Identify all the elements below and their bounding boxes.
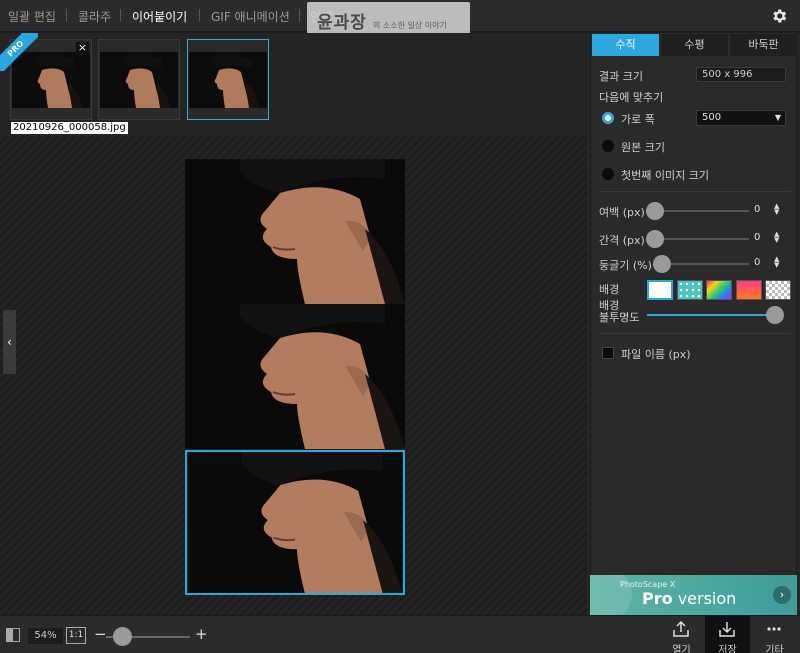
radio-first-image-size[interactable]	[602, 168, 614, 180]
result-size-label: 결과 크기	[599, 70, 643, 83]
gear-icon[interactable]	[770, 7, 788, 25]
spacing-slider-track[interactable]	[649, 238, 749, 240]
banner-pro-version: Pro version	[642, 589, 737, 608]
chevron-right-icon[interactable]: ›	[773, 586, 791, 604]
pro-badge-label: PRO	[0, 33, 38, 71]
thumbnail-image	[100, 52, 178, 108]
margin-value[interactable]: 0	[754, 204, 760, 215]
top-tab-bar: 일괄 편집 콜라주 이어붙이기 GIF 애니메이션 인쇄 윤과장 의 소소한 일…	[0, 0, 800, 34]
save-button[interactable]: 저장	[705, 616, 750, 653]
pro-badge: PRO	[0, 33, 38, 71]
spacing-spinner[interactable]: ▲ ▼	[774, 231, 779, 244]
radio-original-size-label: 원본 크기	[621, 141, 665, 154]
zoom-slider-knob[interactable]	[113, 627, 132, 646]
divider	[599, 333, 791, 334]
tab-combine[interactable]: 이어붙이기	[132, 8, 187, 25]
preview-canvas: ‹	[0, 137, 587, 615]
background-label: 배경	[599, 283, 620, 296]
stacked-photo[interactable]	[185, 159, 405, 304]
filename-checkbox[interactable]	[602, 347, 614, 359]
more-label: 기타	[765, 645, 784, 653]
chevron-left-icon[interactable]: ‹	[3, 310, 16, 374]
tab-horizontal[interactable]: 수평	[661, 34, 728, 56]
actual-size-button[interactable]: 1:1	[66, 627, 86, 644]
stacked-photo[interactable]	[185, 304, 405, 449]
divider	[599, 191, 791, 192]
watermark-overlay: 윤과장 의 소소한 일상 이야기	[307, 2, 470, 34]
radio-width[interactable]	[602, 112, 614, 124]
spacing-slider-knob[interactable]	[646, 230, 664, 248]
swatch-transparent[interactable]	[765, 280, 791, 300]
spacing-label: 간격 (px)	[599, 234, 645, 247]
pro-version-banner[interactable]: PhotoScape X Pro version ›	[590, 575, 797, 615]
round-value[interactable]: 0	[754, 257, 760, 268]
zoom-out-button[interactable]: −	[94, 625, 107, 643]
watermark-subtitle: 의 소소한 일상 이야기	[373, 21, 447, 30]
tab-collage[interactable]: 콜라주	[78, 8, 111, 25]
tab-grid[interactable]: 바둑판	[730, 34, 797, 56]
width-select-value: 500	[702, 112, 722, 123]
share-button[interactable]: 열기	[659, 616, 704, 653]
thumbnail-item[interactable]	[187, 39, 269, 120]
stacked-photo-selected[interactable]	[185, 450, 405, 595]
fit-label: 다음에 맞추기	[599, 91, 664, 104]
zoom-percent: 54%	[28, 628, 63, 644]
more-button[interactable]: 기타	[752, 616, 797, 653]
share-icon	[673, 620, 689, 637]
margin-spinner[interactable]: ▲ ▼	[774, 203, 779, 216]
spacing-value[interactable]: 0	[754, 232, 760, 243]
result-size-value: 500 x 996	[696, 67, 786, 82]
tab-divider	[120, 9, 121, 22]
tab-divider	[66, 9, 67, 22]
tab-gif-animation[interactable]: GIF 애니메이션	[211, 8, 290, 25]
round-slider-knob[interactable]	[653, 255, 671, 273]
share-label: 열기	[672, 645, 691, 653]
round-label: 둥글기 (%)	[599, 259, 652, 272]
save-icon	[719, 622, 735, 637]
thumbnail-item[interactable]	[98, 39, 180, 120]
tab-divider	[199, 9, 200, 22]
save-label: 저장	[718, 645, 737, 653]
fit-icon[interactable]	[6, 628, 20, 642]
swatch-white[interactable]	[647, 280, 673, 300]
settings-panel-body: 수직 수평 바둑판 결과 크기 500 x 996 다음에 맞추기 가로 폭 5…	[590, 33, 797, 615]
round-spinner[interactable]: ▲ ▼	[774, 256, 779, 269]
margin-slider-track[interactable]	[649, 210, 749, 212]
settings-panel: 수직 수평 바둑판 결과 크기 500 x 996 다음에 맞추기 가로 폭 5…	[587, 33, 800, 615]
bottom-toolbar: 54% 1:1 − + 열기 저장 기타	[0, 615, 800, 653]
tab-batch-edit[interactable]: 일괄 편집	[8, 8, 56, 25]
thumbnail-filename: 20210926_000058.jpg	[11, 122, 128, 134]
more-icon	[767, 627, 781, 631]
thumbnail-image	[189, 52, 267, 108]
swatch-gradient[interactable]	[736, 280, 762, 300]
chevron-down-icon: ▼	[774, 113, 781, 122]
radio-first-image-size-label: 첫번째 이미지 크기	[621, 169, 709, 182]
filename-label: 파일 이름 (px)	[621, 348, 691, 361]
thumbnail-strip: × PRO 20210926_000058.jpg	[0, 33, 587, 136]
radio-width-label: 가로 폭	[621, 113, 655, 126]
banner-app-name: PhotoScape X	[620, 580, 676, 589]
tab-divider	[299, 9, 300, 22]
close-icon[interactable]: ×	[76, 42, 89, 55]
margin-slider-knob[interactable]	[646, 202, 664, 220]
bg-opacity-label: 배경 불투명도	[599, 299, 640, 324]
zoom-in-button[interactable]: +	[195, 625, 208, 643]
width-select[interactable]: 500 ▼	[696, 110, 786, 126]
bg-opacity-slider-track[interactable]	[647, 314, 777, 316]
swatch-rainbow[interactable]	[706, 280, 732, 300]
margin-label: 여백 (px)	[599, 206, 645, 219]
watermark-title: 윤과장	[317, 13, 367, 33]
bg-opacity-slider-knob[interactable]	[766, 306, 784, 324]
swatch-dots[interactable]	[677, 280, 703, 300]
radio-original-size[interactable]	[602, 140, 614, 152]
tab-vertical[interactable]: 수직	[592, 34, 659, 56]
